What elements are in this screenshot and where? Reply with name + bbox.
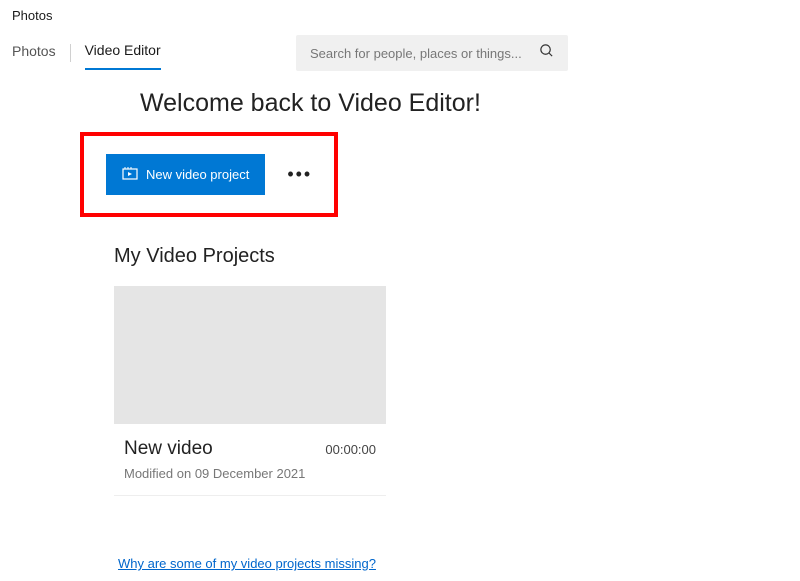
missing-projects-link[interactable]: Why are some of my video projects missin…	[118, 556, 376, 571]
search-icon	[539, 43, 554, 63]
tab-photos[interactable]: Photos	[12, 37, 56, 69]
ellipsis-icon: •••	[287, 164, 312, 184]
new-video-project-button[interactable]: New video project	[106, 154, 265, 195]
my-projects-heading: My Video Projects	[114, 245, 800, 268]
tab-separator	[70, 44, 71, 62]
main-content: Welcome back to Video Editor! New video …	[0, 71, 800, 573]
highlight-frame: New video project •••	[80, 132, 338, 217]
page-title: Welcome back to Video Editor!	[140, 89, 800, 118]
project-duration: 00:00:00	[325, 442, 376, 457]
tabs-bar: Photos Video Editor	[0, 35, 800, 71]
more-options-button[interactable]: •••	[283, 158, 316, 191]
new-project-label: New video project	[146, 167, 249, 182]
tab-video-editor[interactable]: Video Editor	[85, 36, 161, 70]
project-info: New video 00:00:00 Modified on 09 Decemb…	[114, 424, 386, 481]
project-thumbnail	[114, 286, 386, 424]
project-name: New video	[124, 438, 213, 460]
project-modified: Modified on 09 December 2021	[124, 466, 376, 481]
project-card[interactable]: New video 00:00:00 Modified on 09 Decemb…	[114, 286, 386, 496]
window-title: Photos	[0, 0, 800, 31]
search-box[interactable]	[296, 35, 568, 71]
search-input[interactable]	[310, 46, 527, 61]
search-container	[296, 35, 568, 71]
video-clip-icon	[122, 166, 138, 183]
